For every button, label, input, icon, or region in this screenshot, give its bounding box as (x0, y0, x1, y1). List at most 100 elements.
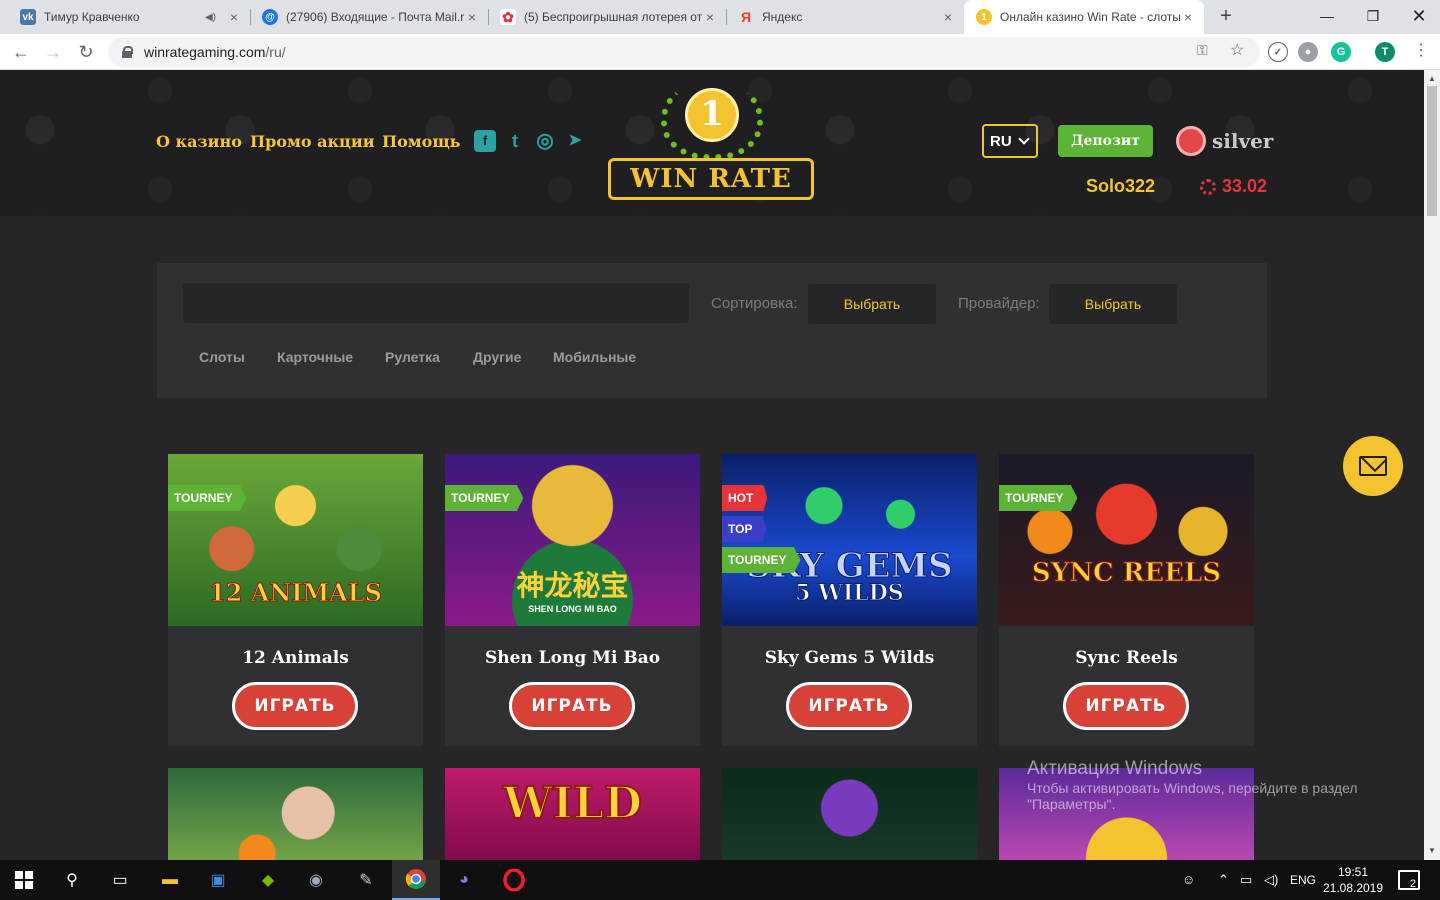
site-header: О казино Промо акции Помощь f t ◎ ➤ 1 WI… (0, 70, 1424, 216)
category-other[interactable]: Другие (473, 349, 521, 365)
nvidia-icon[interactable]: ◆ (256, 868, 280, 892)
category-roulette[interactable]: Рулетка (385, 349, 440, 365)
extension-circle-icon[interactable]: ● (1298, 42, 1318, 62)
tab-yandex[interactable]: Я Яндекс × (726, 0, 964, 34)
game-thumbnail[interactable]: SKY GEMS 5 WILDS HOT TOP TOURNEY (722, 454, 977, 626)
volume-icon[interactable]: ◁) (1264, 872, 1278, 888)
search-icon[interactable]: ⚲ (60, 868, 84, 892)
system-clock[interactable]: 19:51 21.08.2019 (1320, 864, 1386, 896)
game-card[interactable] (168, 768, 423, 860)
reload-icon[interactable]: ↻ (74, 40, 98, 64)
balance-value: 33.02 (1222, 176, 1268, 196)
discord-icon[interactable]: ◕ (452, 868, 476, 892)
play-button[interactable]: ИГРАТЬ (786, 682, 912, 730)
shield-icon[interactable]: ✓ (1268, 42, 1288, 62)
tourney-badge: TOURNEY (445, 485, 524, 511)
game-card[interactable]: 12 ANIMALS TOURNEY 12 Animals ИГРАТЬ (168, 454, 423, 746)
game-thumbnail[interactable]: 12 ANIMALS TOURNEY (168, 454, 423, 626)
close-window-button[interactable]: ✕ (1396, 0, 1440, 32)
winrate-logo[interactable]: 1 WIN RATE (605, 78, 817, 204)
game-thumbnail[interactable]: SYNC REELS TOURNEY (999, 454, 1254, 626)
nav-help[interactable]: Помощь (382, 132, 461, 151)
clock-time: 19:51 (1337, 865, 1369, 879)
contact-button[interactable] (1343, 436, 1403, 496)
speaker-icon[interactable]: ◀) (205, 12, 216, 23)
facebook-icon[interactable]: f (474, 130, 496, 152)
instagram-icon[interactable]: ◎ (534, 130, 556, 152)
star-icon[interactable]: ☆ (1230, 40, 1244, 60)
address-bar[interactable]: winrategaming.com/ru/ (108, 37, 1260, 67)
status-badge[interactable]: silver (1176, 126, 1273, 156)
windows-start-icon[interactable] (12, 868, 36, 892)
language-select[interactable]: RU (982, 124, 1038, 158)
close-tab-icon[interactable]: × (940, 9, 956, 25)
deposit-button[interactable]: Депозит (1058, 125, 1153, 157)
game-filters: Сортировка: Выбрать Провайдер: Выбрать С… (157, 263, 1267, 398)
input-language[interactable]: ENG (1290, 873, 1316, 887)
paint-icon[interactable]: ✎ (354, 868, 378, 892)
tab-vk[interactable]: vk Тимур Кравченко ◀) × (8, 0, 250, 34)
forward-arrow-icon[interactable]: → (41, 40, 65, 64)
task-view-icon[interactable]: ▭ (108, 868, 132, 892)
logo-text: WIN RATE (608, 158, 814, 200)
close-tab-icon[interactable]: × (1180, 9, 1196, 25)
twitter-icon[interactable]: t (504, 130, 526, 152)
grammarly-icon[interactable]: G (1331, 42, 1351, 62)
game-card[interactable]: SKY GEMS 5 WILDS HOT TOP TOURNEY Sky Gem… (722, 454, 977, 746)
nav-about[interactable]: О казино (156, 132, 242, 151)
chrome-taskbar-icon[interactable] (392, 860, 440, 900)
watermark-subtitle-2: "Параметры". (1027, 796, 1116, 812)
chevron-up-icon[interactable]: ⌃ (1218, 872, 1229, 888)
key-icon[interactable]: ⚿ (1197, 42, 1208, 59)
lock-icon (122, 46, 133, 58)
notification-center-icon[interactable]: 2 (1398, 870, 1420, 890)
game-card[interactable]: SYNC REELS TOURNEY Sync Reels ИГРАТЬ (999, 454, 1254, 746)
scroll-down-icon[interactable]: ▼ (1428, 846, 1436, 855)
game-card[interactable]: WILD (445, 768, 700, 860)
game-name: Shen Long Mi Bao (484, 648, 661, 668)
vk-icon: vk (20, 9, 36, 25)
file-explorer-icon[interactable]: ▬ (158, 868, 182, 892)
balance[interactable]: 33.02 (1200, 176, 1267, 197)
steam-icon[interactable]: ◉ (304, 868, 328, 892)
store-icon[interactable]: ▣ (206, 868, 230, 892)
play-button[interactable]: ИГРАТЬ (509, 682, 635, 730)
tab-lottery[interactable]: ✿ (5) Беспроигрышная лотерея от × (488, 0, 726, 34)
tab-title: (5) Беспроигрышная лотерея от (524, 10, 702, 24)
back-arrow-icon[interactable]: ← (9, 40, 33, 64)
tab-mail[interactable]: @ (27906) Входящие - Почта Mail.r × (250, 0, 488, 34)
profile-avatar[interactable]: T (1375, 42, 1395, 62)
play-button[interactable]: ИГРАТЬ (232, 682, 358, 730)
category-slots[interactable]: Слоты (199, 349, 245, 365)
language-value: RU (990, 132, 1012, 150)
sort-select[interactable]: Выбрать (808, 284, 936, 324)
tab-winrate[interactable]: 1 Онлайн казино Win Rate - слоты × (964, 0, 1204, 34)
opera-icon[interactable] (502, 868, 526, 892)
scroll-up-icon[interactable]: ▲ (1428, 74, 1436, 83)
people-icon[interactable]: ☺ (1182, 872, 1195, 887)
category-cards[interactable]: Карточные (277, 349, 353, 365)
restore-button[interactable]: ❐ (1350, 0, 1396, 32)
page-scrollbar[interactable]: ▲ ▼ (1424, 70, 1440, 860)
provider-select[interactable]: Выбрать (1049, 284, 1177, 324)
username[interactable]: Solo322 (1086, 176, 1155, 197)
play-button[interactable]: ИГРАТЬ (1063, 682, 1189, 730)
close-tab-icon[interactable]: × (702, 9, 718, 25)
telegram-icon[interactable]: ➤ (564, 130, 586, 152)
search-input[interactable] (183, 283, 689, 323)
menu-dots-icon[interactable]: ⋮ (1413, 40, 1429, 60)
close-tab-icon[interactable]: × (226, 9, 242, 25)
game-card[interactable] (722, 768, 977, 860)
close-tab-icon[interactable]: × (464, 9, 480, 25)
new-tab-button[interactable]: + (1214, 5, 1238, 29)
minimize-button[interactable]: — (1304, 0, 1350, 32)
tab-title: Онлайн казино Win Rate - слоты (1000, 10, 1180, 24)
nav-promo[interactable]: Промо акции (250, 132, 375, 151)
game-thumbnail[interactable]: 神龙秘宝 SHEN LONG MI BAO TOURNEY (445, 454, 700, 626)
game-card[interactable]: 神龙秘宝 SHEN LONG MI BAO TOURNEY Shen Long … (445, 454, 700, 746)
scroll-thumb[interactable] (1427, 86, 1437, 216)
url-path: /ru/ (265, 44, 286, 60)
category-mobile[interactable]: Мобильные (553, 349, 636, 365)
network-icon[interactable]: ▭ (1240, 872, 1252, 888)
envelope-icon (1359, 456, 1387, 476)
